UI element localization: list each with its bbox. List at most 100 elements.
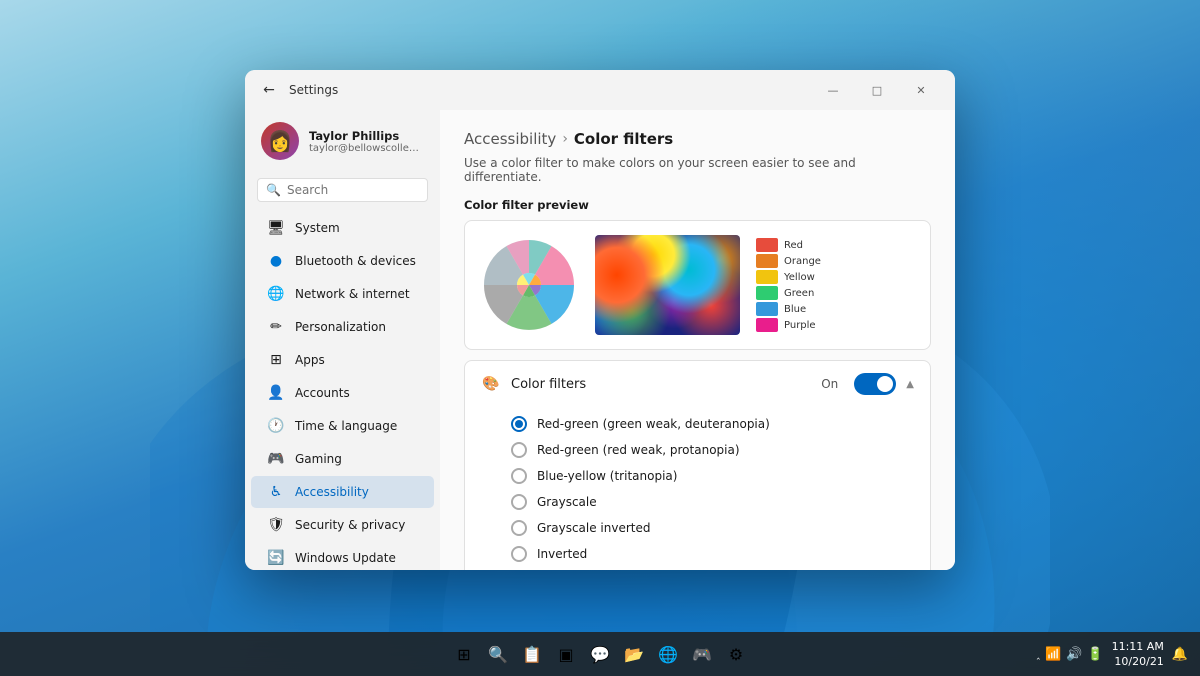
settings-taskbar-button[interactable]: ⚙ [722,640,750,668]
breadcrumb-parent[interactable]: Accessibility [464,130,556,148]
nav-label-network: Network & internet [295,287,410,301]
radio-grayscale [511,494,527,510]
update-icon: 🔄 [267,549,285,567]
notification-icon[interactable]: 🔔 [1172,647,1188,662]
color-filters-status: On [821,377,838,391]
start-button[interactable]: ⊞ [450,640,478,668]
volume-icon[interactable]: 🔊 [1066,647,1082,662]
nav-label-system: System [295,221,340,235]
radio-label-inverted: Inverted [537,547,587,561]
main-panel: Accessibility › Color filters Use a colo… [440,110,955,570]
user-email: taylor@bellowscollege.com [309,143,424,154]
swatch-yellow [756,270,778,284]
radio-protanopia [511,442,527,458]
color-swatches: Red Orange Yellow Green [756,238,821,332]
radio-option-grayscale-inverted[interactable]: Grayscale inverted [511,515,914,541]
apps-icon: ⊞ [267,351,285,369]
taskbar: ⊞ 🔍 📋 ▣ 💬 📂 🌐 🎮 ⚙ ‸ 📶 🔊 🔋 11:11 AM 10/20… [0,632,1200,676]
settings-window: ← Settings — □ ✕ 👩 Taylor Phillips taylo… [245,70,955,570]
page-description: Use a color filter to make colors on you… [464,156,931,184]
search-taskbar-button[interactable]: 🔍 [484,640,512,668]
swatch-label-orange: Orange [784,256,821,267]
nav-item-network[interactable]: 🌐 Network & internet [251,278,434,310]
radio-label-grayscale-inverted: Grayscale inverted [537,521,650,535]
search-input[interactable] [287,183,437,197]
expand-chevron: ▲ [906,379,914,390]
radio-deuteranopia [511,416,527,432]
date-display: 10/20/21 [1112,654,1164,669]
radio-options-container: Red-green (green weak, deuteranopia) Red… [465,407,930,570]
nav-label-security: Security & privacy [295,518,405,532]
swatch-label-yellow: Yellow [784,272,815,283]
avatar: 👩 [261,122,299,160]
nav-item-accounts[interactable]: 👤 Accounts [251,377,434,409]
color-filters-card: 🎨 Color filters On ▲ Red-green (green we… [464,360,931,570]
edge-button[interactable]: 🌐 [654,640,682,668]
nav-item-personalization[interactable]: ✏ Personalization [251,311,434,343]
umbrella-photo [595,235,740,335]
nav-item-system[interactable]: 🖥 System [251,212,434,244]
radio-option-grayscale[interactable]: Grayscale [511,489,914,515]
gaming-taskbar-button[interactable]: 🎮 [688,640,716,668]
breadcrumb-separator: › [562,131,568,147]
nav-item-security[interactable]: 🛡 Security & privacy [251,509,434,541]
wifi-icon[interactable]: 📶 [1045,647,1061,662]
window-title: Settings [289,83,803,97]
radio-grayscale-inverted [511,520,527,536]
search-box[interactable]: 🔍 [257,178,428,202]
clock[interactable]: 11:11 AM 10/20/21 [1112,639,1164,670]
network-icon: 🌐 [267,285,285,303]
bluetooth-icon: ● [267,252,285,270]
user-name: Taylor Phillips [309,129,424,143]
nav-label-update: Windows Update [295,551,396,565]
window-controls: — □ ✕ [811,75,943,105]
minimize-button[interactable]: — [811,75,855,105]
swatch-label-blue: Blue [784,304,806,315]
nav-item-update[interactable]: 🔄 Windows Update [251,542,434,570]
swatch-orange [756,254,778,268]
widgets-button[interactable]: ▣ [552,640,580,668]
battery-icon[interactable]: 🔋 [1087,647,1103,662]
swatch-blue [756,302,778,316]
color-filters-toggle[interactable] [854,373,896,395]
nav-label-gaming: Gaming [295,452,342,466]
color-filters-header[interactable]: 🎨 Color filters On ▲ [465,361,930,407]
nav-item-apps[interactable]: ⊞ Apps [251,344,434,376]
swatch-purple [756,318,778,332]
task-view-button[interactable]: 📋 [518,640,546,668]
radio-option-protanopia[interactable]: Red-green (red weak, protanopia) [511,437,914,463]
user-info: Taylor Phillips taylor@bellowscollege.co… [309,129,424,154]
nav-item-gaming[interactable]: 🎮 Gaming [251,443,434,475]
user-profile[interactable]: 👩 Taylor Phillips taylor@bellowscollege.… [245,110,440,172]
sidebar: 👩 Taylor Phillips taylor@bellowscollege.… [245,110,440,570]
system-tray: ‸ 📶 🔊 🔋 [1037,647,1104,662]
breadcrumb-current: Color filters [574,130,673,148]
maximize-button[interactable]: □ [855,75,899,105]
nav-label-personalization: Personalization [295,320,386,334]
swatch-label-purple: Purple [784,320,816,331]
radio-option-tritanopia[interactable]: Blue-yellow (tritanopia) [511,463,914,489]
swatch-green [756,286,778,300]
nav-item-accessibility[interactable]: ♿ Accessibility [251,476,434,508]
personalization-icon: ✏ [267,318,285,336]
color-filters-title: Color filters [511,377,811,392]
radio-label-tritanopia: Blue-yellow (tritanopia) [537,469,677,483]
chevron-icon[interactable]: ‸ [1037,649,1040,660]
breadcrumb: Accessibility › Color filters [464,130,931,148]
radio-label-protanopia: Red-green (red weak, protanopia) [537,443,740,457]
back-button[interactable]: ← [257,78,281,102]
explorer-button[interactable]: 📂 [620,640,648,668]
nav-label-bluetooth: Bluetooth & devices [295,254,416,268]
system-icon: 🖥 [267,219,285,237]
toggle-thumb [877,376,893,392]
radio-option-inverted[interactable]: Inverted [511,541,914,567]
close-button[interactable]: ✕ [899,75,943,105]
nav-item-time[interactable]: 🕐 Time & language [251,410,434,442]
nav-label-accounts: Accounts [295,386,350,400]
preview-section-label: Color filter preview [464,198,931,212]
radio-option-deuteranopia[interactable]: Red-green (green weak, deuteranopia) [511,411,914,437]
chat-button[interactable]: 💬 [586,640,614,668]
nav-item-bluetooth[interactable]: ● Bluetooth & devices [251,245,434,277]
taskbar-right: ‸ 📶 🔊 🔋 11:11 AM 10/20/21 🔔 [1037,639,1188,670]
nav-label-accessibility: Accessibility [295,485,369,499]
